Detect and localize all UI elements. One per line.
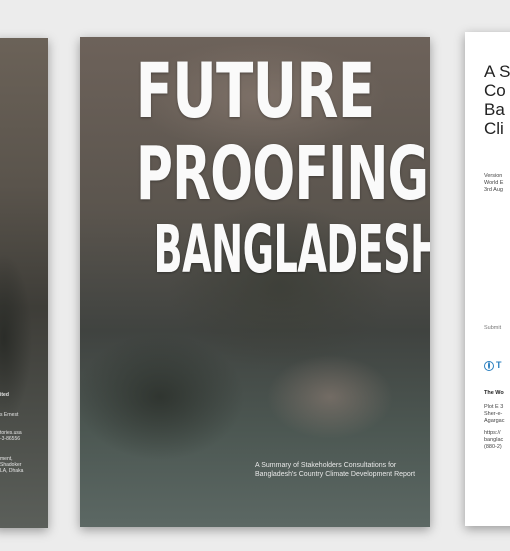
back-cover-text-4: ment, Shadoker LA, Dhaka xyxy=(0,456,24,474)
report-submitted: Submit xyxy=(484,325,502,331)
back-cover: ited s Ernest tories.usa -3-86556 ment, … xyxy=(0,38,48,528)
cover-title-line-1: FUTURE xyxy=(135,46,375,135)
back-cover-text-2: s Ernest xyxy=(0,412,19,418)
cover-summary: A Summary of Stakeholders Consultations … xyxy=(255,462,416,478)
front-cover: FUTURE PROOFING BANGLADESH A Summary of … xyxy=(80,37,430,527)
report-version: Version World E 3rd Aug xyxy=(484,173,504,193)
report-address: Plot E 3 Sher-e- Agargac xyxy=(484,404,505,424)
report-org: The Wo xyxy=(484,390,504,396)
report-contact: https:// banglac (880-2) xyxy=(484,430,504,450)
cover-title-line-2: PROOFING xyxy=(136,131,429,217)
cover-title-line-3: BANGLADESH xyxy=(153,211,431,288)
back-cover-text-1: ited xyxy=(0,392,9,398)
report-page: A S Co Ba Cli Version World E 3rd Aug Su… xyxy=(465,32,510,526)
report-title: A S Co Ba Cli xyxy=(484,62,510,138)
world-bank-globe-icon xyxy=(484,361,494,371)
world-bank-logo-letter: T xyxy=(496,360,502,370)
back-cover-text-3: tories.usa -3-86556 xyxy=(0,430,22,442)
